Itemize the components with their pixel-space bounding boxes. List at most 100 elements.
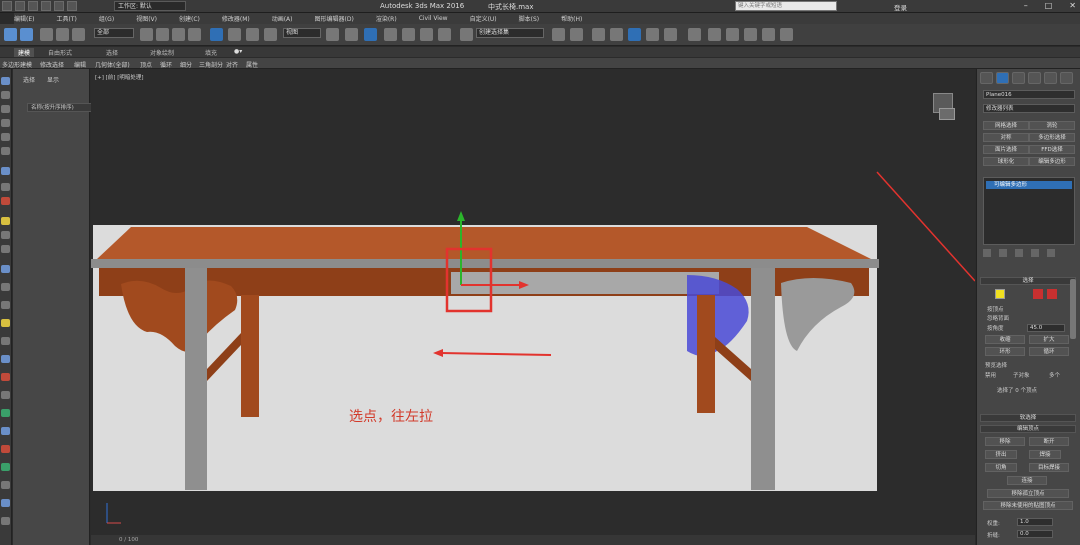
box-icon[interactable]: [1, 391, 10, 399]
ribbon-item[interactable]: 顶点: [140, 60, 152, 69]
ffd-select-button[interactable]: FFD选择: [1029, 145, 1075, 154]
reference-coordinate-dropdown[interactable]: 视图: [283, 28, 321, 38]
container-icon[interactable]: [1, 427, 10, 435]
utilities-tab-icon[interactable]: [1060, 72, 1073, 84]
menu-item[interactable]: 动画(A): [272, 14, 293, 23]
ribbon-item[interactable]: 对齐: [226, 60, 238, 69]
display-all-icon[interactable]: [1, 167, 10, 175]
render-icon[interactable]: [1, 373, 10, 381]
symmetry-button[interactable]: 对称: [983, 133, 1029, 142]
tab-object-paint[interactable]: 对象绘制: [150, 48, 174, 57]
command-panel-scrollbar[interactable]: [1070, 279, 1076, 339]
particle-icon[interactable]: [1, 463, 10, 471]
ribbon-item[interactable]: 多边形建模: [2, 60, 32, 69]
workspace-dropdown[interactable]: 工作区: 默认: [114, 1, 186, 11]
redo-icon[interactable]: [67, 1, 77, 11]
time-slider[interactable]: 0 / 100: [91, 535, 975, 545]
select-by-name-icon[interactable]: [156, 28, 169, 41]
make-unique-icon[interactable]: [1015, 249, 1023, 257]
polygon-mode-icon[interactable]: [1033, 289, 1043, 299]
weld-button[interactable]: 焊接: [1029, 450, 1061, 459]
select-and-scale-icon[interactable]: [246, 28, 259, 41]
select-dependents-icon[interactable]: [1, 245, 10, 253]
preview-disable-radio[interactable]: 禁用: [985, 371, 996, 379]
break-button[interactable]: 断开: [1029, 437, 1069, 446]
angle-spinner[interactable]: 45.0: [1027, 324, 1065, 332]
material-editor-icon[interactable]: [688, 28, 701, 41]
login-link[interactable]: 登录: [894, 2, 907, 12]
hide-icon[interactable]: [1, 301, 10, 309]
new-file-icon[interactable]: [15, 1, 25, 11]
undo-icon[interactable]: [4, 28, 17, 41]
keyboard-shortcut-override-icon[interactable]: [364, 28, 377, 41]
menu-item[interactable]: 脚本(S): [519, 14, 540, 23]
display-geometry-icon[interactable]: [1, 77, 10, 85]
menu-item[interactable]: 创建(C): [179, 14, 200, 23]
remove-unused-map-button[interactable]: 移除未使用的贴图顶点: [983, 501, 1073, 510]
select-children-icon[interactable]: [1, 231, 10, 239]
window-crossing-icon[interactable]: [188, 28, 201, 41]
tab-modeling[interactable]: 建模: [14, 48, 35, 57]
scene-explorer-icon[interactable]: [592, 28, 605, 41]
display-none-icon[interactable]: [1, 183, 10, 191]
by-vertex-checkbox[interactable]: 按顶点: [987, 305, 1004, 313]
group-icon[interactable]: [1, 409, 10, 417]
patch-select-button[interactable]: 面片选择: [983, 145, 1029, 154]
search-input[interactable]: 键入关键字或短语: [735, 1, 837, 11]
mesh-select-button[interactable]: 网格选择: [983, 121, 1029, 130]
selection-filter-dropdown[interactable]: 全部: [94, 28, 134, 38]
render-iterative-icon[interactable]: [762, 28, 775, 41]
layer-icon[interactable]: [1, 355, 10, 363]
render-setup-icon[interactable]: [708, 28, 721, 41]
ribbon-item[interactable]: 属性: [246, 60, 258, 69]
tab-populate[interactable]: 填充: [205, 48, 217, 57]
select-manipulate-icon[interactable]: [345, 28, 358, 41]
render-in-cloud-icon[interactable]: [780, 28, 793, 41]
pin-stack-icon[interactable]: [983, 249, 991, 257]
display-lights-icon[interactable]: [1, 105, 10, 113]
percent-snap-icon[interactable]: [420, 28, 433, 41]
modifier-list-dropdown[interactable]: 修改器列表: [983, 104, 1075, 113]
loop-button[interactable]: 循环: [1029, 347, 1069, 356]
xref-icon[interactable]: [1, 445, 10, 453]
select-and-rotate-icon[interactable]: [228, 28, 241, 41]
redo-icon[interactable]: [20, 28, 33, 41]
link-icon[interactable]: [40, 28, 53, 41]
menu-item[interactable]: Civil View: [419, 15, 448, 22]
freeze-icon[interactable]: [1, 337, 10, 345]
open-file-icon[interactable]: [28, 1, 38, 11]
settings-icon[interactable]: [1, 499, 10, 507]
display-shapes-icon[interactable]: [1, 91, 10, 99]
chamfer-button[interactable]: 切角: [985, 463, 1017, 472]
preview-subobject-radio[interactable]: 子对象: [1013, 371, 1030, 379]
restore-icon[interactable]: □: [1045, 1, 1053, 10]
name-column-header[interactable]: 名称(按升序排序): [27, 103, 99, 112]
soft-selection-rollout[interactable]: 软选择: [980, 414, 1076, 422]
gizmo-y-arrow-icon[interactable]: [457, 211, 465, 221]
spinner-snap-icon[interactable]: [438, 28, 451, 41]
selection-rollout[interactable]: 选择: [980, 277, 1076, 285]
shrink-button[interactable]: 收缩: [985, 335, 1025, 344]
crease-spinner[interactable]: 0.0: [1017, 530, 1053, 538]
show-end-result-icon[interactable]: [999, 249, 1007, 257]
place-icon[interactable]: [264, 28, 277, 41]
configure-modifier-sets-icon[interactable]: [1047, 249, 1055, 257]
menu-item[interactable]: 编辑(E): [14, 14, 34, 23]
mirror-icon[interactable]: [552, 28, 565, 41]
close-icon[interactable]: ✕: [1069, 1, 1076, 10]
connect-button[interactable]: 连接: [1007, 476, 1047, 485]
align-icon[interactable]: [570, 28, 583, 41]
ribbon-item[interactable]: 循环: [160, 60, 172, 69]
bind-space-warp-icon[interactable]: [72, 28, 85, 41]
tab-select[interactable]: 选择: [23, 77, 35, 84]
bone-icon[interactable]: [1, 481, 10, 489]
ribbon-toggle-icon[interactable]: [628, 28, 641, 41]
poly-select-button[interactable]: 多边形选择: [1029, 133, 1075, 142]
ribbon-options-icon[interactable]: ●▾: [234, 48, 242, 55]
object-name-field[interactable]: Plane016: [983, 90, 1075, 99]
ribbon-item[interactable]: 三角剖分: [199, 60, 223, 69]
weight-spinner[interactable]: 1.0: [1017, 518, 1053, 526]
invert-display-icon[interactable]: [1, 197, 10, 205]
layer-explorer-icon[interactable]: [610, 28, 623, 41]
edit-poly-button[interactable]: 编辑多边形: [1029, 157, 1075, 166]
